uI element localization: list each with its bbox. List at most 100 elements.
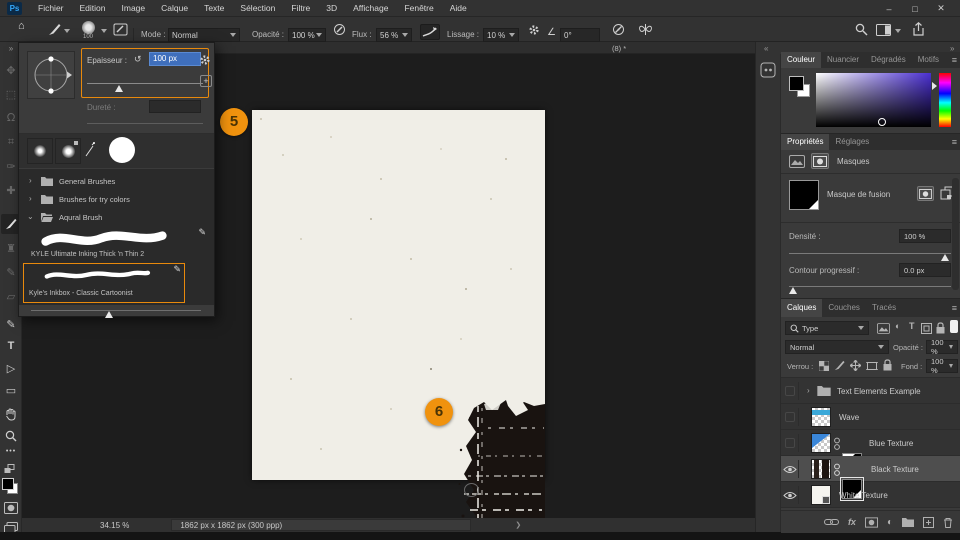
properties-scrollbar[interactable]: [952, 178, 959, 290]
search-icon[interactable]: [855, 23, 868, 36]
layer-row-blue-texture[interactable]: Blue Texture: [781, 430, 960, 456]
hue-slider[interactable]: [939, 73, 951, 127]
pressure-size-icon[interactable]: [612, 23, 625, 36]
filter-adjustment-icon[interactable]: ◐: [895, 321, 900, 331]
document-tab[interactable]: (8) *: [612, 44, 626, 53]
visibility-toggle[interactable]: [781, 382, 799, 400]
visibility-toggle[interactable]: [781, 460, 799, 478]
filter-shape-icon[interactable]: [921, 323, 932, 334]
brush-preset-preview[interactable]: 100: [78, 21, 98, 39]
layer-thumbnail[interactable]: [811, 407, 831, 427]
link-layers-icon[interactable]: [824, 518, 839, 526]
visibility-toggle[interactable]: [781, 486, 799, 504]
menu-calque[interactable]: Calque: [153, 0, 196, 17]
menu-filtre[interactable]: Filtre: [283, 0, 318, 17]
lock-position-icon[interactable]: [850, 360, 861, 371]
lock-artboard-icon[interactable]: [866, 361, 878, 371]
brush-item-kyles-inkbox-selected[interactable]: ✎ Kyle's Inkbox - Classic Cartoonist: [23, 263, 185, 303]
menu-affichage[interactable]: Affichage: [345, 0, 396, 17]
tab-proprietes[interactable]: Propriétés: [781, 134, 829, 150]
tab-traces[interactable]: Tracés: [866, 299, 902, 317]
airbrush-toggle[interactable]: [420, 24, 440, 40]
epaisseur-input[interactable]: 100 px: [149, 52, 201, 66]
zoom-tool[interactable]: [5, 430, 17, 442]
pixel-layer-icon[interactable]: [789, 155, 805, 168]
group-chevron-icon[interactable]: ›: [807, 386, 810, 395]
densite-slider-thumb[interactable]: [941, 254, 949, 261]
color-field[interactable]: [816, 73, 931, 127]
mask-properties-icon[interactable]: [811, 153, 829, 169]
workspace-icon[interactable]: [876, 24, 891, 36]
photoshop-logo-icon[interactable]: Ps: [7, 2, 22, 15]
maximize-button[interactable]: □: [902, 4, 928, 14]
menu-image[interactable]: Image: [114, 0, 154, 17]
mode-select[interactable]: Normal: [168, 28, 240, 42]
type-tool[interactable]: T: [0, 340, 22, 352]
visibility-toggle[interactable]: [781, 434, 799, 452]
popup-gear-icon[interactable]: [199, 54, 211, 66]
lock-pixels-icon[interactable]: [834, 360, 845, 371]
epaisseur-slider-thumb[interactable]: [115, 85, 123, 92]
lock-all-icon[interactable]: [883, 359, 892, 371]
path-select-tool[interactable]: ▷: [0, 362, 22, 375]
brush-list-slider-thumb[interactable]: [105, 311, 113, 318]
tab-motifs[interactable]: Motifs: [912, 52, 945, 68]
blend-mode-select[interactable]: Normal: [785, 340, 889, 354]
layer-row-text-elements[interactable]: › Text Elements Example: [781, 378, 960, 404]
preset-current-brush[interactable]: [101, 135, 143, 166]
layer-thumbnail[interactable]: [811, 433, 831, 453]
menu-selection[interactable]: Sélection: [232, 0, 283, 17]
symmetry-butterfly-icon[interactable]: [638, 23, 653, 36]
brush-tool-chevron-icon[interactable]: [64, 29, 70, 33]
durete-input[interactable]: [149, 100, 201, 113]
add-mask-icon[interactable]: [865, 517, 878, 528]
brush-angle-dial[interactable]: [27, 51, 75, 99]
select-mask-icon[interactable]: [917, 186, 934, 201]
preset-sketch[interactable]: [83, 138, 97, 164]
angle-input[interactable]: 0°: [560, 28, 600, 42]
adjustment-layer-icon[interactable]: ◐: [887, 517, 893, 528]
tab-nuancier[interactable]: Nuancier: [821, 52, 865, 68]
workspace-chevron-icon[interactable]: [895, 29, 901, 33]
filter-pixel-icon[interactable]: [877, 323, 890, 334]
layer-thumbnail[interactable]: [811, 459, 831, 479]
menu-aide[interactable]: Aide: [442, 0, 475, 17]
menu-fenetre[interactable]: Fenêtre: [396, 0, 441, 17]
folder-general-brushes[interactable]: › General Brushes: [19, 173, 214, 191]
filter-type-icon[interactable]: T: [909, 321, 915, 331]
color-field-marker[interactable]: [878, 118, 886, 126]
brush-item-kyle-ultimate[interactable]: ✎ KYLE Ultimate Inking Thick 'n Thin 2: [23, 227, 210, 261]
contour-value[interactable]: 0.0 px: [899, 263, 951, 277]
minimize-button[interactable]: –: [876, 4, 902, 14]
new-layer-icon[interactable]: [923, 517, 934, 528]
color-fg-bg-swatches[interactable]: [789, 76, 813, 100]
filter-toggle-icon[interactable]: [950, 320, 958, 333]
preset-soft-round[interactable]: [27, 138, 53, 164]
visibility-toggle[interactable]: [781, 408, 799, 426]
collapsed-panel-icon[interactable]: [760, 62, 776, 78]
flux-select[interactable]: 56 %: [376, 28, 412, 42]
delete-layer-trash-icon[interactable]: [943, 517, 953, 528]
brush-tool-icon[interactable]: [48, 23, 61, 36]
hand-tool[interactable]: [5, 408, 17, 421]
pressure-opacity-icon[interactable]: [333, 23, 346, 36]
layer-row-black-texture-selected[interactable]: Black Texture: [781, 456, 960, 482]
panel-menu-icon[interactable]: ≡: [948, 134, 960, 150]
status-menu-chevron-icon[interactable]: ❯: [515, 521, 521, 529]
document-paper[interactable]: [252, 110, 545, 480]
contour-slider-thumb[interactable]: [789, 287, 797, 294]
reset-size-icon[interactable]: ↺: [134, 54, 142, 65]
fond-select[interactable]: 100 %: [926, 359, 958, 373]
tab-couches[interactable]: Couches: [822, 299, 866, 317]
densite-value[interactable]: 100 %: [899, 229, 951, 243]
tab-calques[interactable]: Calques: [781, 299, 822, 317]
dock-collapse-icon[interactable]: «: [764, 44, 768, 53]
quick-mask-icon[interactable]: [4, 502, 18, 514]
preset-soft-round-pressure[interactable]: [55, 138, 81, 164]
menu-3d[interactable]: 3D: [318, 0, 345, 17]
tab-degrades[interactable]: Dégradés: [865, 52, 912, 68]
contour-slider[interactable]: [789, 286, 951, 287]
hue-slider-marker[interactable]: [932, 82, 937, 90]
new-group-icon[interactable]: [902, 518, 914, 527]
foreground-background-swatches[interactable]: [2, 478, 20, 496]
